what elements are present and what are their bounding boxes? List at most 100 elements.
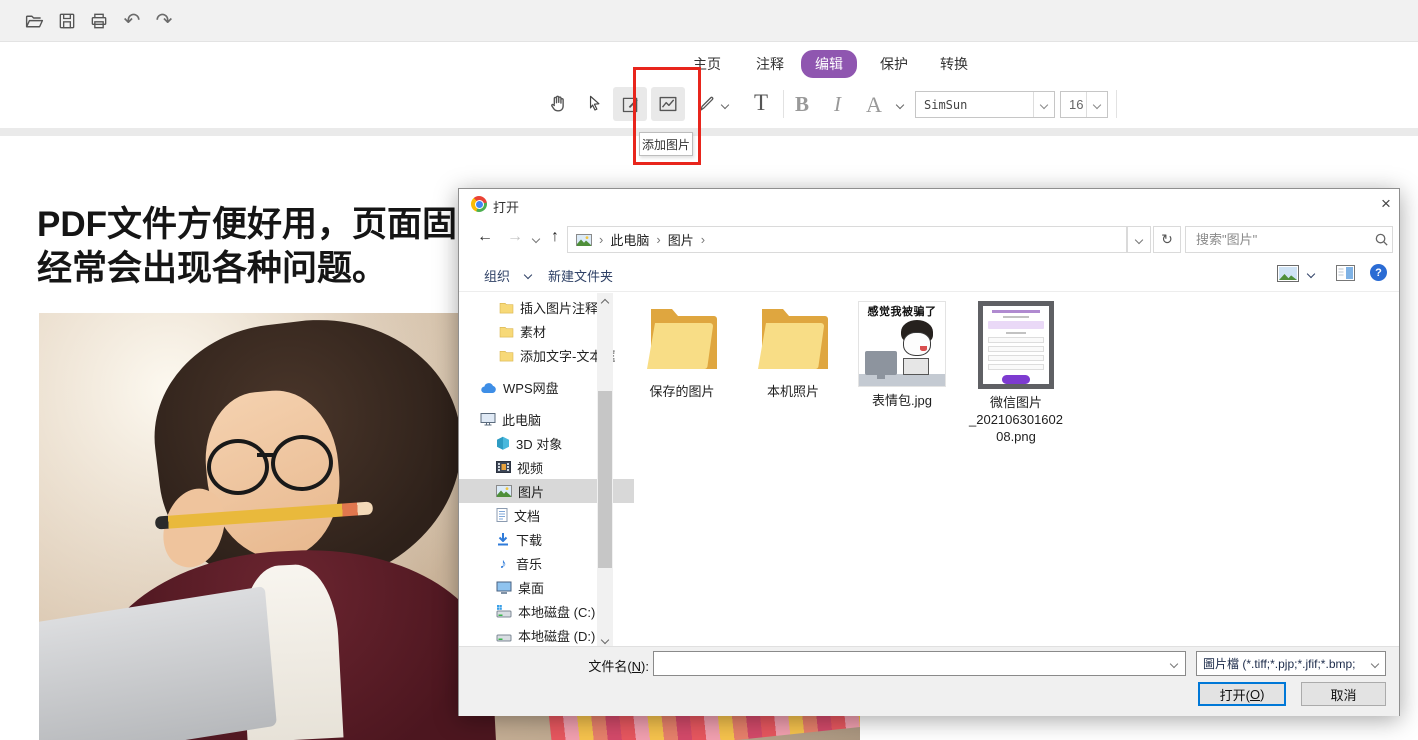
open-button[interactable]: 打开(O) [1198,682,1286,706]
nav-forward-button[interactable]: → [507,229,523,245]
page-top-edge [0,128,1418,136]
sidebar-scrollbar[interactable] [597,293,613,650]
filename-caret[interactable] [1163,661,1185,667]
file-name-line3: 08.png [996,428,1036,445]
filename-label: 文件名(N): [539,656,649,675]
bold-button[interactable]: B [795,92,809,117]
address-dropdown-button[interactable] [1127,226,1151,253]
tooltip-text: 添加图片 [642,136,690,153]
preview-pane-button[interactable] [1336,265,1355,281]
pen-dropdown-caret[interactable] [721,101,729,109]
tab-edit-selected[interactable]: 编辑 [801,50,857,78]
meme-monitor [865,351,897,375]
scrollbar-thumb[interactable] [598,391,612,568]
undo-button[interactable]: ↶ [120,9,144,33]
font-size-combobox[interactable]: 16 [1060,91,1108,118]
font-family-combobox[interactable]: SimSun [915,91,1055,118]
help-icon[interactable]: ? [1370,264,1387,281]
filetype-select[interactable]: 圖片檔 (*.tiff;*.pjp;*.jfif;*.bmp; [1196,651,1386,676]
add-text-tool-button[interactable]: T [754,90,768,116]
wx-row [988,346,1045,352]
organize-caret [524,271,532,279]
view-thumbnails-button[interactable] [1277,265,1299,282]
breadcrumb-pictures[interactable]: 图片 [668,230,694,249]
redo-button[interactable]: ↷ [152,9,176,33]
app-window: ↶ ↷ 主页 注释 编辑 保护 转换 [0,0,1418,740]
open-folder-icon [24,11,45,32]
scroll-down-arrow[interactable] [601,636,609,644]
command-bar-divider [459,291,1399,292]
meme-caption: 感觉我被骗了 [868,306,937,318]
meme-tongue [920,346,927,351]
font-family-caret[interactable] [1033,92,1054,117]
close-icon[interactable]: × [1375,194,1397,214]
undo-icon: ↶ [124,11,141,31]
refresh-button[interactable]: ↻ [1153,226,1181,253]
photo-laptop [39,586,277,740]
color-dropdown-caret[interactable] [896,101,904,109]
desktop-icon [496,581,512,594]
breadcrumb-separator: › [701,232,705,247]
cancel-button[interactable]: 取消 [1301,682,1386,706]
file-tile-saved-pictures[interactable]: 保存的图片 [630,301,734,400]
document-icon [496,508,508,522]
folder-large-icon [641,301,723,377]
tab-convert[interactable]: 转换 [940,54,968,74]
breadcrumb-this-pc[interactable]: 此电脑 [610,230,649,249]
file-name: 表情包.jpg [872,392,932,409]
wx-row [988,355,1045,361]
tab-protect[interactable]: 保护 [880,54,908,74]
filename-combobox [653,651,1186,676]
hand-tool-button[interactable] [547,93,569,115]
meme-body [903,358,929,375]
tab-comment[interactable]: 注释 [756,54,784,74]
cloud-icon [480,381,497,394]
redo-icon: ↷ [156,11,173,31]
italic-button[interactable]: I [834,92,841,117]
print-button[interactable] [87,9,111,33]
font-family-value: SimSun [916,98,1033,112]
file-name: 本机照片 [767,383,819,400]
breadcrumb-separator: › [656,232,660,247]
search-box [1185,226,1393,253]
meme-thumbnail: 感觉我被骗了 [858,301,946,387]
cube-icon [496,436,510,451]
file-tile-wechat-image[interactable]: 微信图片 _202106301602 08.png [964,301,1068,445]
dialog-title: 打开 [493,197,519,216]
new-folder-button[interactable]: 新建文件夹 [548,266,613,285]
save-button[interactable] [55,9,79,33]
nav-back-button[interactable]: ← [477,229,493,245]
font-size-caret[interactable] [1086,92,1107,117]
font-color-button[interactable]: A [866,92,882,118]
wx-title-line [992,310,1040,313]
nav-history-caret[interactable] [532,235,540,243]
disk-icon [496,628,512,642]
sidebar-item-this-pc[interactable]: 此电脑 [459,407,618,431]
file-tile-camera-roll[interactable]: 本机照片 [741,301,845,400]
search-input[interactable] [1194,231,1374,248]
organize-menu-button[interactable]: 组织 [484,266,510,285]
address-bar[interactable]: › 此电脑 › 图片 › [567,226,1127,253]
select-tool-button[interactable] [585,94,604,113]
filetype-value: 圖片檔 (*.tiff;*.pjp;*.jfif;*.bmp; [1197,655,1365,672]
sidebar-item-wps-cloud[interactable]: WPS网盘 [459,375,618,399]
scroll-up-arrow[interactable] [601,299,609,307]
nav-up-button[interactable]: ↑ [551,229,559,245]
wx-button [1002,375,1030,384]
wx-highlight-row [988,321,1045,329]
folder-icon [499,325,514,338]
view-caret[interactable] [1307,270,1315,278]
file-tile-meme[interactable]: 感觉我被骗了 表情包.jpg [850,301,954,409]
filename-input[interactable] [654,652,1163,675]
open-file-button[interactable] [22,9,46,33]
search-icon [1374,232,1389,247]
chrome-app-icon [471,196,487,212]
pictures-location-icon [576,234,592,246]
photo-glasses-bridge [257,453,275,457]
disk-icon [496,604,512,618]
music-note-icon: ♪ [496,555,510,571]
cursor-icon [585,94,604,113]
meme-floor [859,374,945,386]
meme-monitor-stand [877,374,885,379]
quick-access-toolbar: ↶ ↷ [0,0,1418,42]
